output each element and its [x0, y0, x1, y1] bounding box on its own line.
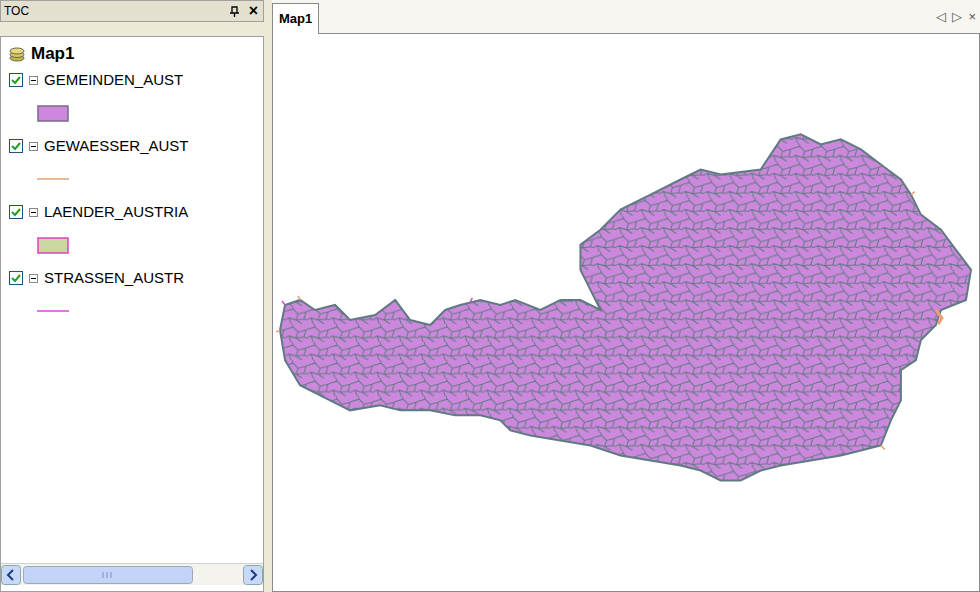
legend-row	[9, 159, 263, 199]
tab-nav-button[interactable]: ×	[968, 7, 976, 27]
toc-title: TOC	[4, 2, 228, 20]
layer-checkbox[interactable]	[9, 205, 23, 219]
layer-name[interactable]: STRASSEN_AUSTR	[44, 267, 184, 290]
layer-item[interactable]: GEWAESSER_AUST	[9, 133, 263, 199]
tab-nav: ◁ ▷ ×	[936, 0, 980, 34]
legend-swatch	[37, 237, 69, 254]
layer-checkbox[interactable]	[9, 139, 23, 153]
legend-line	[37, 303, 69, 319]
legend-swatch	[37, 105, 69, 122]
horizontal-scrollbar[interactable]	[1, 563, 263, 585]
layer-name[interactable]: GEWAESSER_AUST	[44, 135, 188, 158]
layer-row[interactable]: STRASSEN_AUSTR	[9, 265, 263, 291]
layer-checkbox[interactable]	[9, 73, 23, 87]
legend-symbol	[37, 303, 69, 319]
layer-item[interactable]: GEMEINDEN_AUST	[9, 67, 263, 133]
tab-strip: Map1 ◁ ▷ ×	[272, 0, 980, 34]
toc-body: Map1GEMEINDEN_AUST GEWAESSER_AUST LAENDER_…	[0, 36, 264, 592]
legend-symbol	[37, 105, 69, 122]
map-node[interactable]: Map1	[9, 41, 263, 67]
toc-header: TOC ×	[0, 0, 264, 22]
tab-nav-button[interactable]: ▷	[952, 7, 962, 27]
legend-symbol	[37, 171, 69, 187]
layer-item[interactable]: STRASSEN_AUSTR	[9, 265, 263, 331]
map-view[interactable]	[272, 34, 980, 592]
pin-icon[interactable]	[228, 5, 241, 18]
austria-map	[273, 34, 979, 591]
layer-checkbox[interactable]	[9, 271, 23, 285]
expand-icon[interactable]	[29, 274, 38, 283]
legend-row	[9, 225, 263, 265]
layer-name[interactable]: GEMEINDEN_AUST	[44, 69, 183, 92]
tab-nav-button[interactable]: ◁	[936, 7, 946, 27]
legend-row	[9, 93, 263, 133]
expand-icon[interactable]	[29, 76, 38, 85]
layer-name[interactable]: LAENDER_AUSTRIA	[44, 201, 188, 224]
layer-row[interactable]: LAENDER_AUSTRIA	[9, 199, 263, 225]
expand-icon[interactable]	[29, 208, 38, 217]
close-button[interactable]: ×	[247, 3, 260, 19]
map-label[interactable]: Map1	[31, 41, 74, 67]
legend-row	[9, 291, 263, 331]
scroll-track[interactable]	[21, 566, 243, 584]
scroll-right-icon[interactable]	[243, 565, 263, 585]
legend-symbol	[37, 237, 69, 254]
expand-icon[interactable]	[29, 142, 38, 151]
toc-panel: TOC × Map1GEMEINDEN_AUST GEWAESSER_AUST LAEN…	[0, 0, 264, 592]
document-tab[interactable]: Map1	[272, 3, 319, 35]
legend-line	[37, 171, 69, 187]
map-icon	[9, 46, 25, 62]
tab-strip-fill	[319, 0, 936, 34]
layer-row[interactable]: GEMEINDEN_AUST	[9, 67, 263, 93]
layer-list: Map1GEMEINDEN_AUST GEWAESSER_AUST LAENDER_…	[1, 37, 263, 563]
layer-row[interactable]: GEWAESSER_AUST	[9, 133, 263, 159]
document-area: Map1 ◁ ▷ ×	[272, 0, 980, 592]
scroll-thumb[interactable]	[23, 566, 193, 584]
scroll-left-icon[interactable]	[1, 565, 21, 585]
layer-item[interactable]: LAENDER_AUSTRIA	[9, 199, 263, 265]
